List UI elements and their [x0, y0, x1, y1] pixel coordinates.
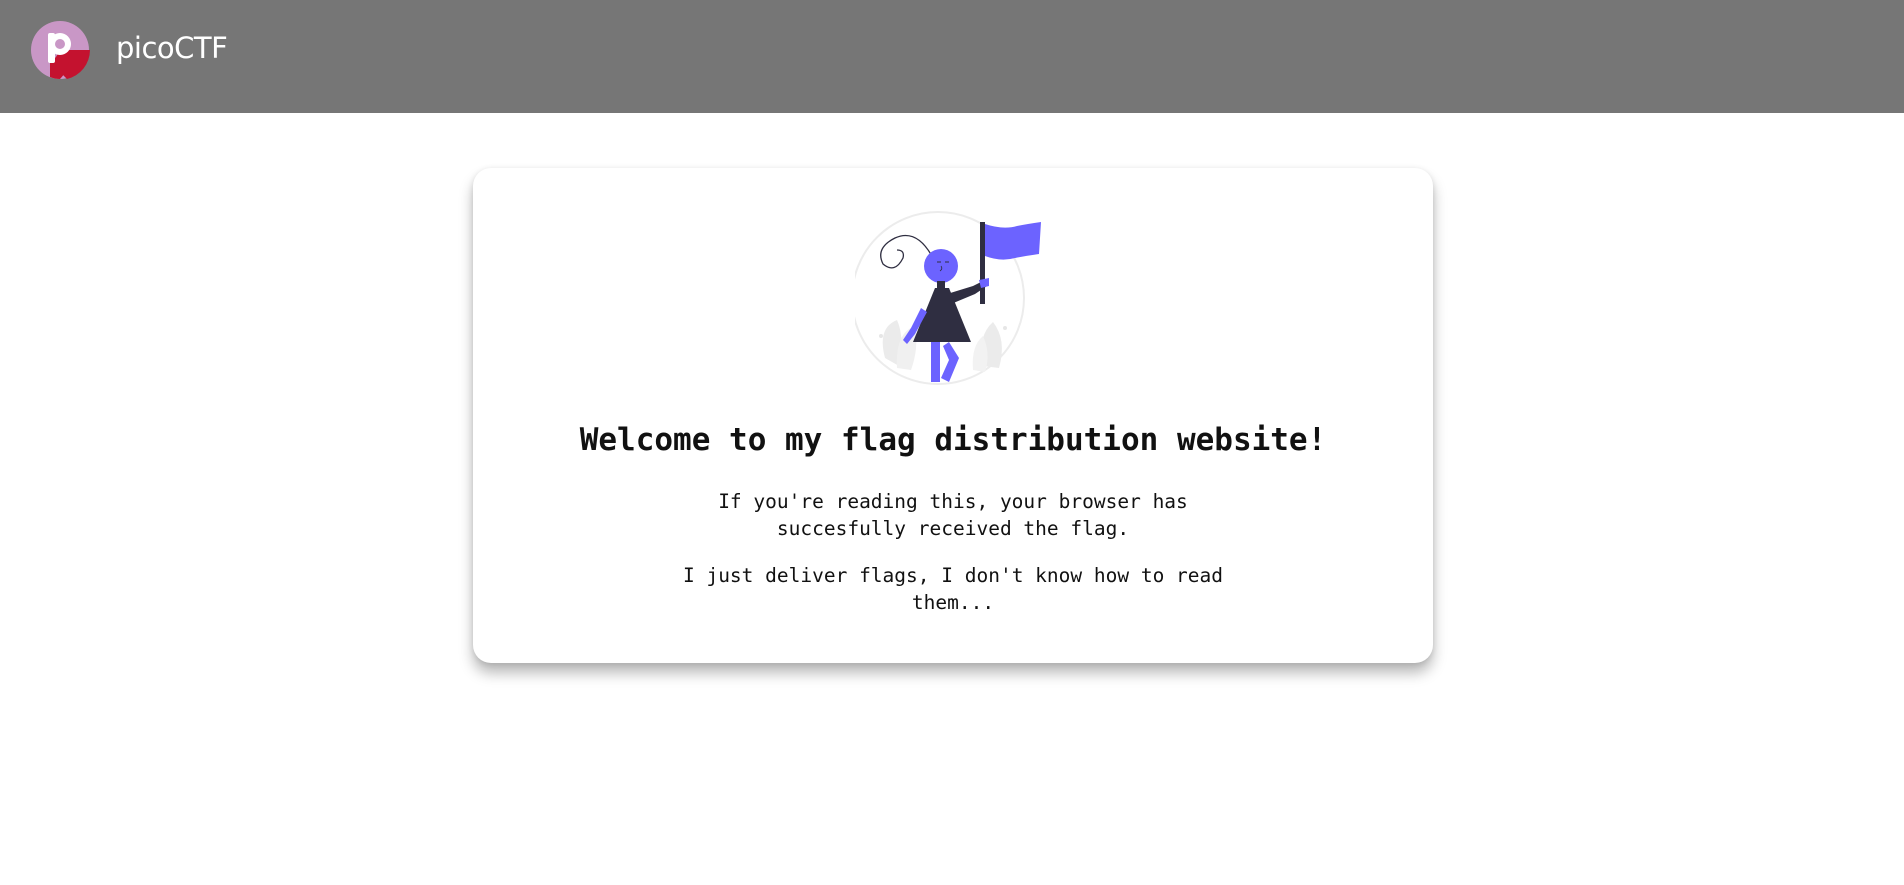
picoctf-logo-icon[interactable]	[30, 20, 90, 80]
flag-received-text-content: If you're reading this, your browser has…	[718, 490, 1188, 540]
top-navbar: picoCTF	[0, 0, 1904, 113]
flag-delivery-text-content: I just deliver flags, I don't know how t…	[682, 564, 1224, 614]
woman-holding-flag-illustration	[851, 208, 1055, 388]
welcome-heading: Welcome to my flag distribution website!	[579, 422, 1327, 458]
welcome-card: Welcome to my flag distribution website!…	[473, 168, 1433, 663]
flag-received-text: If you're reading this, your browser has…	[673, 488, 1233, 542]
brand-name[interactable]: picoCTF	[116, 28, 228, 68]
flag-delivery-text: I just deliver flags, I don't know how t…	[673, 562, 1233, 616]
